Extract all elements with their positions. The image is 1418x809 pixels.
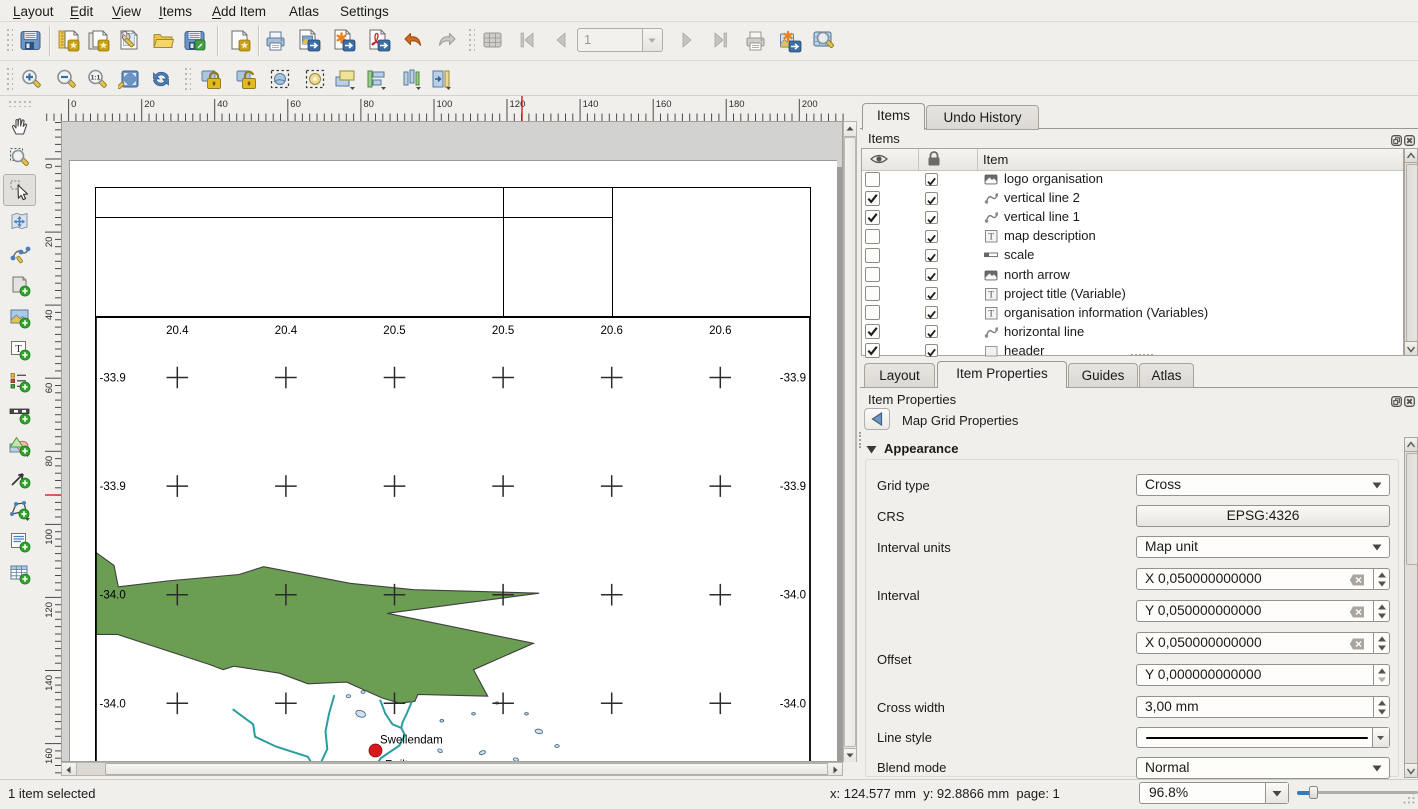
svg-text:-34.0: -34.0 bbox=[100, 698, 126, 710]
svg-text:20.4: 20.4 bbox=[275, 325, 298, 337]
svg-text:T: T bbox=[988, 233, 994, 243]
svg-text:20.6: 20.6 bbox=[709, 325, 731, 337]
svg-text:-33.9: -33.9 bbox=[780, 373, 806, 385]
svg-text:140: 140 bbox=[583, 99, 599, 110]
svg-text:140: 140 bbox=[45, 675, 55, 691]
svg-text:60: 60 bbox=[290, 99, 301, 110]
svg-text:-34.0: -34.0 bbox=[100, 590, 126, 602]
svg-text:1:1: 1:1 bbox=[91, 75, 101, 82]
svg-text:T: T bbox=[988, 290, 994, 300]
svg-text:Swellendam: Swellendam bbox=[380, 735, 443, 747]
svg-text:160: 160 bbox=[656, 99, 672, 110]
svg-text:120: 120 bbox=[510, 99, 526, 110]
svg-text:-34.0: -34.0 bbox=[780, 698, 806, 710]
svg-text:180: 180 bbox=[729, 99, 745, 110]
svg-text:60: 60 bbox=[45, 383, 55, 394]
svg-text:0: 0 bbox=[45, 164, 55, 169]
svg-text:0: 0 bbox=[71, 99, 76, 110]
svg-text:20: 20 bbox=[144, 99, 155, 110]
svg-text:T: T bbox=[988, 309, 994, 319]
svg-text:80: 80 bbox=[363, 99, 374, 110]
svg-text:40: 40 bbox=[217, 99, 228, 110]
svg-text:120: 120 bbox=[45, 602, 55, 618]
svg-text:20.5: 20.5 bbox=[383, 325, 405, 337]
svg-text:20.5: 20.5 bbox=[492, 325, 514, 337]
svg-text:80: 80 bbox=[45, 456, 55, 467]
svg-text:160: 160 bbox=[45, 748, 55, 764]
svg-text:-33.9: -33.9 bbox=[100, 481, 126, 493]
svg-text:200: 200 bbox=[802, 99, 818, 110]
svg-text:20.6: 20.6 bbox=[601, 325, 623, 337]
svg-text:-33.9: -33.9 bbox=[780, 481, 806, 493]
svg-text:-33.9: -33.9 bbox=[100, 373, 126, 385]
svg-text:20: 20 bbox=[45, 237, 55, 248]
svg-text:100: 100 bbox=[437, 99, 453, 110]
svg-text:-34.0: -34.0 bbox=[780, 590, 806, 602]
svg-text:20.4: 20.4 bbox=[166, 325, 189, 337]
svg-text:40: 40 bbox=[45, 310, 55, 321]
svg-text:100: 100 bbox=[45, 529, 55, 545]
